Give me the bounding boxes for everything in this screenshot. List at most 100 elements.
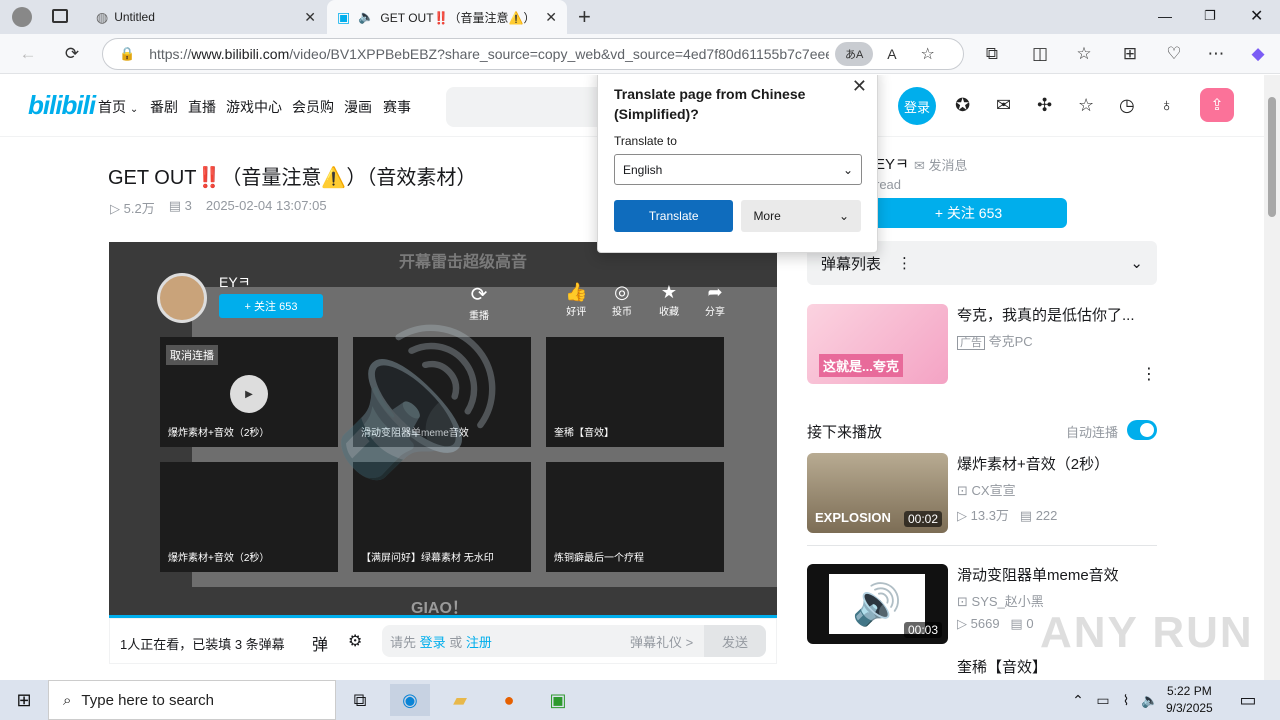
tab-actions-icon[interactable] <box>52 9 68 23</box>
creative-center-icon[interactable]: ♁ <box>1160 95 1174 116</box>
taskbar-search[interactable]: ⌕ Type here to search <box>48 680 336 720</box>
send-button[interactable]: 发送 <box>704 625 766 657</box>
translate-icon[interactable]: あA <box>835 42 874 66</box>
login-link[interactable]: 登录 <box>420 632 446 651</box>
search-input[interactable] <box>446 87 606 127</box>
language-select[interactable]: English ⌄ <box>614 154 862 185</box>
nav-game-center[interactable]: 游戏中心 <box>226 97 282 117</box>
video-player[interactable]: 开幕雷击超级高音 EYㅋ + 关注 653 ⟳ 重播 👍 好评 ◎ 投币 ★ 收藏 ➦ 分… <box>109 242 777 617</box>
close-icon[interactable]: ✕ <box>852 76 867 97</box>
more-vertical-icon[interactable]: ⋮ <box>1141 364 1157 384</box>
translate-button[interactable]: Translate <box>614 200 734 232</box>
like-button[interactable]: 👍 好评 <box>565 282 587 318</box>
publish-date: 2025-02-04 13:07:05 <box>205 198 327 213</box>
extensions-icon[interactable]: ⧉ <box>978 40 1006 68</box>
send-message-link[interactable]: ✉ 发消息 <box>914 155 968 174</box>
uploader-desc: read <box>875 177 902 192</box>
uploader-avatar[interactable] <box>157 273 207 323</box>
tab-bilibili[interactable]: ▣ 🔈 GET OUT‼️（音量注意⚠️） ✕ <box>327 0 567 34</box>
player-follow-button[interactable]: + 关注 653 <box>219 294 323 318</box>
performance-icon[interactable]: ♡ <box>1160 40 1188 68</box>
nav-manga[interactable]: 漫画 <box>344 97 372 117</box>
split-screen-icon[interactable]: ◫ <box>1026 40 1054 68</box>
related-tile[interactable]: 爆炸素材+音效（2秒） <box>160 462 338 572</box>
restore-icon[interactable]: ❐ <box>1204 8 1216 24</box>
uploader-name[interactable]: EYㅋ <box>875 153 909 174</box>
autoplay-toggle[interactable] <box>1127 420 1157 440</box>
danmaku-etiquette[interactable]: 弹幕礼仪 > <box>630 632 693 651</box>
nav-anime[interactable]: 番剧 <box>150 97 178 117</box>
tile-title: 爆炸素材+音效（2秒） <box>168 428 270 439</box>
tab-close-icon[interactable]: ✕ <box>304 9 316 26</box>
more-vertical-icon[interactable]: ⋮ <box>897 254 912 272</box>
favorites-icon[interactable]: ☆ <box>1070 40 1098 68</box>
refresh-icon[interactable]: ⟳ <box>58 40 86 68</box>
share-button[interactable]: ➦ 分享 <box>705 282 725 318</box>
tab-strip: ◍ Untitled ✕ ▣ 🔈 GET OUT‼️（音量注意⚠️） ✕ + —… <box>0 0 1280 34</box>
nav-home[interactable]: 首页 ⌄ <box>98 97 138 117</box>
nav-esports[interactable]: 赛事 <box>383 97 411 117</box>
message-icon[interactable]: ✉ <box>996 95 1011 116</box>
coin-button[interactable]: ◎ 投币 <box>612 282 632 318</box>
scroll-thumb[interactable] <box>1268 97 1276 217</box>
greenshot-icon[interactable]: ▣ <box>538 684 578 716</box>
tab-close-icon[interactable]: ✕ <box>545 9 557 26</box>
favorites-star-icon[interactable]: ☆ <box>1078 95 1094 116</box>
lock-icon[interactable]: 🔒 <box>119 46 135 62</box>
read-aloud-icon[interactable]: A <box>887 46 896 62</box>
related-tile[interactable]: 奎稀【音效】 <box>546 337 724 447</box>
clock[interactable]: 5:22 PM 9/3/2025 <box>1166 683 1213 717</box>
next-video-tile[interactable]: 取消连播 ▶ 爆炸素材+音效（2秒） <box>160 337 338 447</box>
dynamic-icon[interactable]: ✣ <box>1037 95 1052 116</box>
upload-button[interactable]: ⇪ <box>1200 88 1234 122</box>
play-icon[interactable]: ▶ <box>230 375 268 413</box>
copilot-icon[interactable]: ◆ <box>1244 40 1272 68</box>
anyrun-watermark: ANY RUN <box>1040 608 1254 657</box>
danmaku-toggle-icon[interactable]: 弹 <box>312 631 328 655</box>
scrollbar[interactable] <box>1264 75 1280 680</box>
url-text: https://www.bilibili.com/video/BV1XPPBeb… <box>149 46 830 62</box>
new-tab-icon[interactable]: + <box>578 4 591 30</box>
url-field[interactable]: 🔒 https://www.bilibili.com/video/BV1XPPB… <box>102 38 964 70</box>
minimize-icon[interactable]: — <box>1158 8 1172 24</box>
danmaku-settings-icon[interactable]: ⚙ <box>348 631 362 651</box>
tab-title: Untitled <box>114 10 155 24</box>
profile-icon[interactable] <box>12 7 32 27</box>
vip-icon[interactable]: ✪ <box>955 95 970 116</box>
favorite-star-icon[interactable]: ☆ <box>921 44 935 64</box>
more-button[interactable]: More ⌄ <box>741 200 861 232</box>
task-view-icon[interactable]: ⧉ <box>340 684 380 716</box>
thumb-up-icon: 👍 <box>565 282 588 302</box>
favorite-button[interactable]: ★ 收藏 <box>659 282 679 318</box>
edge-icon[interactable]: ◉ <box>390 684 430 716</box>
video-card-up: ⊡ CX宣宣 <box>957 483 1016 498</box>
tile-title: 炼铜癖最后一个疗程 <box>554 553 644 564</box>
nav-mall[interactable]: 会员购 <box>292 97 334 117</box>
replay-button[interactable]: ⟳ 重播 <box>469 282 489 322</box>
up-icon: ⊡ <box>957 594 968 609</box>
file-explorer-icon[interactable]: ▰ <box>440 684 480 716</box>
register-link[interactable]: 注册 <box>466 632 492 651</box>
video-card[interactable]: EXPLOSION 00:02 爆炸素材+音效（2秒） ⊡ CX宣宣 ▷ 13.… <box>807 453 1157 533</box>
tab-untitled[interactable]: ◍ Untitled ✕ <box>86 0 326 34</box>
bilibili-logo[interactable]: bilibili <box>28 90 96 121</box>
cancel-autoplay-button[interactable]: 取消连播 <box>166 345 218 365</box>
volume-icon[interactable]: 🔈 <box>1130 684 1170 716</box>
history-icon[interactable]: ◷ <box>1119 95 1135 116</box>
start-icon[interactable]: ⊞ <box>4 684 44 716</box>
ad-card[interactable]: 这就是...夸克 夸克，我真的是低估你了... 广告 夸克PC ⋮ <box>807 304 1157 384</box>
firefox-icon[interactable]: ● <box>489 684 529 716</box>
back-icon[interactable]: ← <box>14 40 42 68</box>
video-card-title[interactable]: 奎稀【音效】 <box>957 656 1047 677</box>
related-tile[interactable]: 炼铜癖最后一个疗程 <box>546 462 724 572</box>
speaker-icon[interactable]: 🔈 <box>358 9 374 25</box>
window-close-icon[interactable]: ✕ <box>1250 6 1263 26</box>
collections-icon[interactable]: ⊞ <box>1116 40 1144 68</box>
login-button[interactable]: 登录 <box>898 87 936 125</box>
chevron-down-icon[interactable]: ⌄ <box>1130 254 1143 272</box>
nav-live[interactable]: 直播 <box>188 97 216 117</box>
notification-icon[interactable]: ▭ <box>1228 684 1268 716</box>
player-uploader-name[interactable]: EYㅋ <box>219 272 251 292</box>
menu-icon[interactable]: ⋯ <box>1202 40 1230 68</box>
follow-button[interactable]: + 关注 653 <box>870 198 1067 228</box>
